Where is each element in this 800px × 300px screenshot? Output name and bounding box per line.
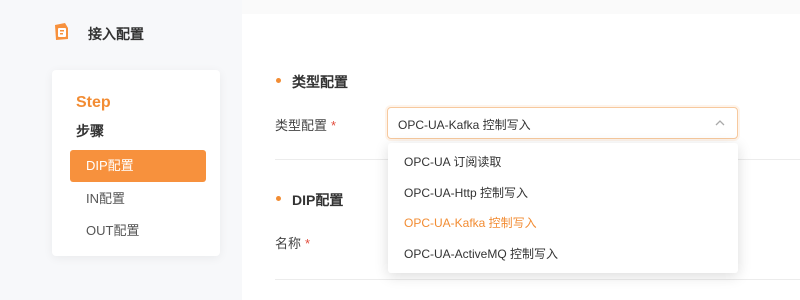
type-section-title: 类型配置 <box>292 74 348 90</box>
required-mark: * <box>331 118 337 133</box>
step-item-in[interactable]: IN配置 <box>70 183 206 215</box>
dropdown-option[interactable]: OPC-UA-ActiveMQ 控制写入 <box>388 239 738 270</box>
app-title: 接入配置 <box>88 26 144 42</box>
section-divider <box>275 279 800 280</box>
step-title: Step <box>76 94 111 111</box>
step-card: Step 步骤 DIP配置 IN配置 OUT配置 <box>52 70 220 256</box>
required-mark: * <box>305 236 311 251</box>
type-field-label: 类型配置 * <box>275 115 336 134</box>
dropdown-option[interactable]: OPC-UA-Http 控制写入 <box>388 178 738 209</box>
type-select[interactable]: OPC-UA-Kafka 控制写入 <box>387 107 738 139</box>
left-panel: 接入配置 Step 步骤 DIP配置 IN配置 OUT配置 <box>0 0 242 300</box>
dropdown-option[interactable]: OPC-UA 订阅读取 <box>388 147 738 178</box>
name-field-label: 名称 * <box>275 233 310 252</box>
step-item-out[interactable]: OUT配置 <box>70 215 206 247</box>
type-select-value: OPC-UA-Kafka 控制写入 <box>398 118 531 132</box>
step-item-dip[interactable]: DIP配置 <box>70 150 206 182</box>
chevron-up-icon <box>715 120 725 126</box>
top-bar <box>242 0 800 14</box>
section-bullet-icon <box>276 78 281 83</box>
dip-section-title: DIP配置 <box>292 192 344 208</box>
document-gear-icon <box>55 23 68 40</box>
type-dropdown-menu: OPC-UA 订阅读取 OPC-UA-Http 控制写入 OPC-UA-Kafk… <box>388 143 738 273</box>
type-field-label-text: 类型配置 <box>275 118 328 133</box>
main-content: 类型配置 类型配置 * OPC-UA-Kafka 控制写入 DIP配置 名称 * O… <box>242 0 800 300</box>
name-field-label-text: 名称 <box>275 236 302 251</box>
dropdown-option-selected[interactable]: OPC-UA-Kafka 控制写入 <box>388 208 738 239</box>
section-bullet-icon <box>276 196 281 201</box>
step-subtitle: 步骤 <box>76 123 104 139</box>
